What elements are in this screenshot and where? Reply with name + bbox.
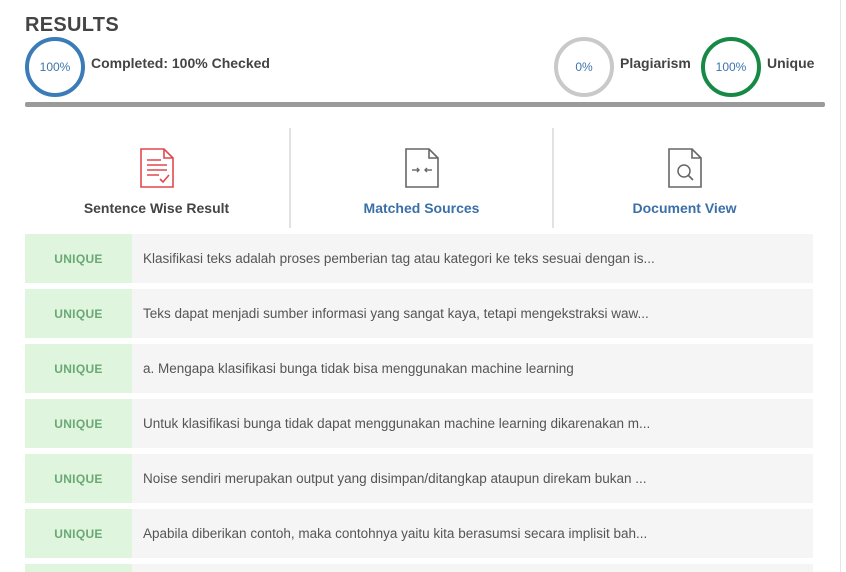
tab-matched-sources[interactable]: Matched Sources: [289, 128, 552, 228]
sentence-text: a. Mengapa klasifikasi bunga tidak bisa …: [143, 361, 574, 376]
list-item[interactable]: UNIQUE Teks dapat menjadi sumber informa…: [25, 289, 813, 338]
panel-edge: [840, 0, 841, 572]
tab-label: Document View: [632, 200, 737, 216]
status-badge: [25, 564, 132, 572]
status-badge: UNIQUE: [25, 289, 132, 338]
plagiarism-ring: 0%: [554, 37, 614, 97]
sentence-text: Apabila diberikan contoh, maka contohnya…: [143, 526, 648, 541]
tab-label: Matched Sources: [363, 200, 480, 216]
unique-ring: 100%: [701, 37, 761, 97]
page-title: RESULTS: [25, 14, 119, 36]
completed-ring: 100%: [25, 37, 85, 97]
completed-ring-value: 100%: [39, 60, 71, 74]
status-badge: UNIQUE: [25, 399, 132, 448]
sentence-text: Klasifikasi teks adalah proses pemberian…: [143, 251, 655, 266]
sentence-text: Untuk klasifikasi bunga tidak dapat meng…: [143, 416, 651, 431]
status-badge: UNIQUE: [25, 234, 132, 283]
plagiarism-label: Plagiarism: [620, 55, 691, 71]
list-item[interactable]: UNIQUE a. Mengapa klasifikasi bunga tida…: [25, 344, 813, 393]
tab-label: Sentence Wise Result: [83, 200, 230, 216]
sentence-text: Noise sendiri merupakan output yang disi…: [143, 471, 647, 486]
list-item[interactable]: UNIQUE Untuk klasifikasi bunga tidak dap…: [25, 399, 813, 448]
sentence-text: Teks dapat menjadi sumber informasi yang…: [143, 306, 649, 321]
list-item[interactable]: UNIQUE Apabila diberikan contoh, maka co…: [25, 509, 813, 558]
unique-ring-value: 100%: [715, 60, 747, 74]
document-compare-icon: [404, 148, 439, 188]
unique-label: Unique: [767, 55, 815, 71]
tab-document-view[interactable]: Document View: [552, 128, 815, 228]
list-item[interactable]: UNIQUE Klasifikasi teks adalah proses pe…: [25, 234, 813, 283]
progress-bar: [25, 102, 825, 107]
tab-sentence-wise-result[interactable]: Sentence Wise Result: [25, 128, 288, 228]
list-item[interactable]: [25, 564, 813, 572]
sentence-result-list: UNIQUE Klasifikasi teks adalah proses pe…: [25, 234, 813, 572]
status-badge: UNIQUE: [25, 454, 132, 503]
document-search-icon: [667, 148, 702, 188]
status-badge: UNIQUE: [25, 344, 132, 393]
document-check-icon: [139, 148, 174, 188]
status-badge: UNIQUE: [25, 509, 132, 558]
plagiarism-ring-value: 0%: [575, 60, 593, 74]
list-item[interactable]: UNIQUE Noise sendiri merupakan output ya…: [25, 454, 813, 503]
completed-label: Completed: 100% Checked: [91, 55, 270, 71]
